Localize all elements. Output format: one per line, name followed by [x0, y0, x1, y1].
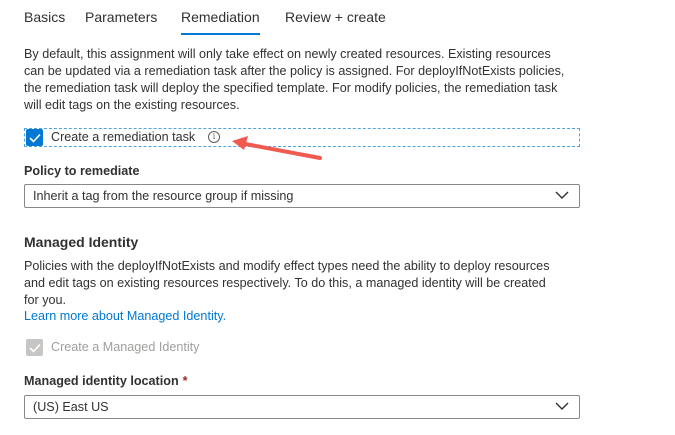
remediation-description: By default, this assignment will only ta…: [24, 46, 564, 114]
description-line: By default, this assignment will only ta…: [24, 47, 551, 61]
required-mark: *: [182, 374, 188, 388]
description-line: and edit tags on existing resources resp…: [24, 276, 546, 290]
checkmark-icon: [28, 343, 41, 353]
managed-identity-location-label: Managed identity location *: [24, 374, 188, 388]
description-line: will edit tags on the existing resources…: [24, 98, 240, 112]
create-remediation-task-checkbox[interactable]: [26, 129, 43, 146]
chevron-down-icon: [555, 191, 569, 199]
info-icon[interactable]: i: [208, 131, 220, 143]
create-managed-identity-label: Create a Managed Identity: [51, 340, 200, 354]
policy-to-remediate-label: Policy to remediate: [24, 164, 140, 178]
checkmark-icon: [28, 133, 41, 143]
wizard-tabs: Basics Parameters Remediation Review + c…: [0, 0, 675, 36]
description-line: Policies with the deployIfNotExists and …: [24, 259, 550, 273]
managed-identity-description: Policies with the deployIfNotExists and …: [24, 258, 550, 309]
annotation-arrow-icon: [232, 136, 322, 160]
policy-to-remediate-value: Inherit a tag from the resource group if…: [33, 189, 294, 203]
description-line: for you.: [24, 293, 66, 307]
tab-parameters[interactable]: Parameters: [85, 9, 157, 25]
chevron-down-icon: [555, 402, 569, 410]
location-label-text: Managed identity location: [24, 374, 179, 388]
tab-remediation[interactable]: Remediation: [181, 9, 260, 35]
description-line: the remediation task will deploy the spe…: [24, 81, 558, 95]
managed-identity-location-dropdown[interactable]: (US) East US: [24, 395, 580, 419]
learn-more-managed-identity-link[interactable]: Learn more about Managed Identity.: [24, 309, 226, 323]
tab-review-create[interactable]: Review + create: [285, 9, 386, 25]
description-line: can be updated via a remediation task af…: [24, 64, 565, 78]
policy-to-remediate-dropdown[interactable]: Inherit a tag from the resource group if…: [24, 184, 580, 208]
managed-identity-location-value: (US) East US: [33, 400, 109, 414]
create-remediation-task-label: Create a remediation task: [51, 130, 196, 144]
create-managed-identity-checkbox: [26, 339, 43, 356]
tab-basics[interactable]: Basics: [24, 9, 65, 25]
managed-identity-heading: Managed Identity: [24, 234, 139, 250]
